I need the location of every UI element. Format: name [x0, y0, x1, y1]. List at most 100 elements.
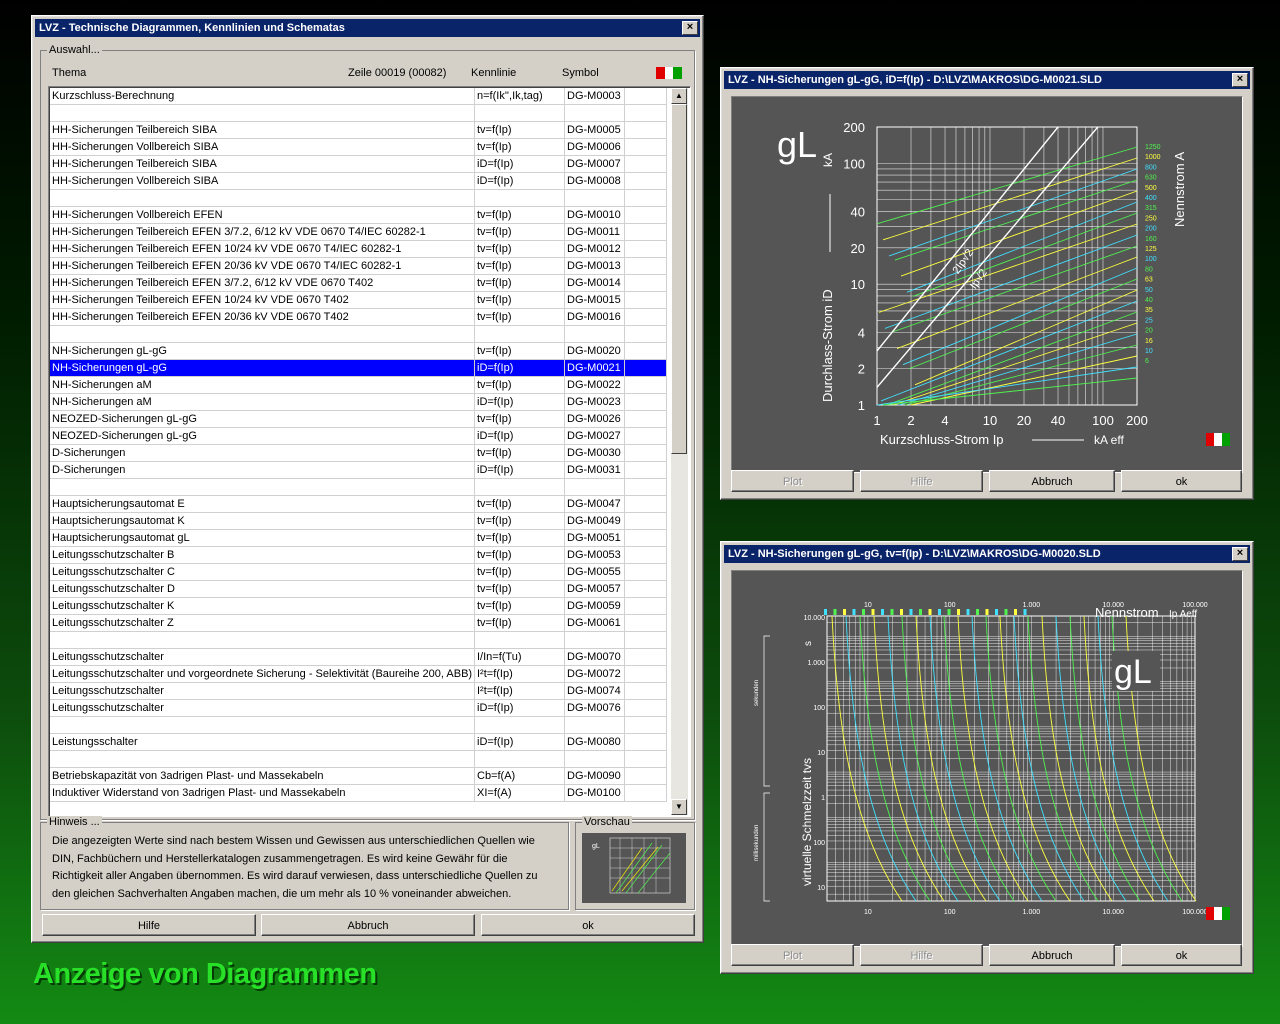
id-plot-button[interactable]: Plot	[731, 470, 854, 492]
row-topic: Kurzschluss-Berechnung	[50, 88, 475, 104]
table-row[interactable]: NEOZED-Sicherungen gL-gG tv=f(Ip) DG-M0026	[50, 411, 667, 428]
table-row[interactable]: Leitungsschutzschalter Ctv=f(Ip) DG-M0055	[50, 564, 667, 581]
row-symbol: DG-M0003	[565, 88, 625, 104]
table-row[interactable]: Leitungsschutzschalter Ztv=f(Ip) DG-M0061	[50, 615, 667, 632]
tv-rating-tick	[976, 609, 979, 615]
scroll-down-icon[interactable]: ▼	[671, 799, 687, 815]
row-spacer	[625, 734, 667, 750]
scroll-up-icon[interactable]: ▲	[671, 88, 687, 104]
table-row[interactable]: HH-Sicherungen Vollbereich SIBA tv=f(Ip) D…	[50, 139, 667, 156]
table-row[interactable]: HH-Sicherungen Teilbereich EFEN 20/36 kV…	[50, 309, 667, 326]
table-row[interactable]: HH-Sicherungen Teilbereich EFEN 10/24 kV…	[50, 292, 667, 309]
main-help-button[interactable]: Hilfe	[42, 914, 256, 936]
table-row[interactable]: HH-Sicherungen Teilbereich EFEN 20/36 kV…	[50, 258, 667, 275]
table-row[interactable]: NH-Sicherungen aM iD=f(Ip) DG-M0023	[50, 394, 667, 411]
id-window-close-icon[interactable]: ×	[1232, 73, 1248, 87]
column-header-symbol[interactable]: Symbol	[562, 67, 599, 79]
id-rating-value: 63	[1145, 277, 1153, 284]
table-row[interactable]: HH-Sicherungen Vollbereich SIBA iD=f(Ip) D…	[50, 173, 667, 190]
tv-window-close-icon[interactable]: ×	[1232, 547, 1248, 561]
list-scrollbar[interactable]: ▲ ▼	[671, 88, 688, 815]
table-row[interactable]: Leitungsschutzschalter I²t=f(Ip) DG-M0074	[50, 683, 667, 700]
tv-rating-tick	[871, 609, 875, 615]
tv-x-tick-label-bottom: 100	[944, 909, 956, 916]
table-row[interactable]	[50, 632, 667, 649]
row-symbol: DG-M0015	[565, 292, 625, 308]
tv-rating-tick	[938, 609, 941, 615]
tv-y-tick-label: 10	[817, 750, 825, 757]
table-row[interactable]: NEOZED-Sicherungen gL-gG iD=f(Ip) DG-M0027	[50, 428, 667, 445]
table-row[interactable]: Leistungsschalter iD=f(Ip) DG-M0080	[50, 734, 667, 751]
table-row[interactable]: HH-Sicherungen Teilbereich EFEN 3/7.2, 6…	[50, 275, 667, 292]
table-row[interactable]	[50, 751, 667, 768]
id-window-titlebar[interactable]: LVZ - NH-Sicherungen gL-gG, iD=f(Ip) - D…	[724, 71, 1250, 89]
tv-rating-symbol: Ip Aeff	[1169, 609, 1197, 620]
table-row[interactable]	[50, 479, 667, 496]
tv-plot-button[interactable]: Plot	[731, 944, 854, 966]
table-row[interactable]: Leitungsschutzschalter Dtv=f(Ip) DG-M0057	[50, 581, 667, 598]
tv-ms-label: millisekunden	[754, 825, 760, 861]
row-curve: tv=f(Ip)	[475, 411, 565, 427]
table-row[interactable]: Hauptsicherungsautomat gL tv=f(Ip) DG-M005…	[50, 530, 667, 547]
id-help-button[interactable]: Hilfe	[860, 470, 983, 492]
tv-window-titlebar[interactable]: LVZ - NH-Sicherungen gL-gG, tv=f(Ip) - D…	[724, 545, 1250, 563]
scroll-thumb[interactable]	[671, 104, 687, 454]
id-y-unit: kA	[821, 153, 835, 167]
row-spacer	[625, 394, 667, 410]
table-row[interactable]: D-Sicherungen iD=f(Ip) DG-M0031	[50, 462, 667, 479]
tv-help-button[interactable]: Hilfe	[860, 944, 983, 966]
table-row[interactable]: NH-Sicherungen gL-gG tv=f(Ip) DG-M0020	[50, 343, 667, 360]
preview-group: Vorschau gL	[575, 816, 695, 910]
row-topic: Leistungsschalter	[50, 734, 475, 750]
table-row[interactable]	[50, 190, 667, 207]
main-window-close-icon[interactable]: ×	[682, 21, 698, 35]
table-row[interactable]: Hauptsicherungsautomat Etv=f(Ip) DG-M0047	[50, 496, 667, 513]
table-row[interactable]: Leitungsschutzschalter iD=f(Ip) DG-M0076	[50, 700, 667, 717]
row-topic: Hauptsicherungsautomat E	[50, 496, 475, 512]
table-row[interactable]: HH-Sicherungen Teilbereich EFEN 3/7.2, 6…	[50, 224, 667, 241]
table-row[interactable]	[50, 105, 667, 122]
table-row[interactable]: Betriebskapazität von 3adrigen Plast- un…	[50, 768, 667, 785]
table-row[interactable]: HH-Sicherungen Teilbereich SIBA iD=f(Ip) D…	[50, 156, 667, 173]
table-row[interactable]: HH-Sicherungen Teilbereich SIBA tv=f(Ip) D…	[50, 122, 667, 139]
topic-list[interactable]: Kurzschluss-Berechnung n=f(Ik'',Ik,tag) DG…	[48, 86, 691, 817]
table-row[interactable]	[50, 326, 667, 343]
tv-cancel-button[interactable]: Abbruch	[989, 944, 1115, 966]
table-row[interactable]: NH-Sicherungen aM tv=f(Ip) DG-M0022	[50, 377, 667, 394]
main-window-titlebar[interactable]: LVZ - Technische Diagrammen, Kennlinien …	[35, 19, 700, 37]
row-symbol	[565, 326, 625, 342]
preview-thumbnail[interactable]: gL	[582, 833, 686, 903]
table-row[interactable]: HH-Sicherungen Vollbereich EFEN tv=f(Ip) D…	[50, 207, 667, 224]
tv-ok-button[interactable]: ok	[1121, 944, 1242, 966]
id-diagram-area: 2Ip√2 Ip√2 200 100 40 20 10 4 2 1 1 2 4 10 20 40 100 200 g…	[731, 96, 1243, 473]
row-topic: Leitungsschutzschalter	[50, 700, 475, 716]
table-row[interactable]: Leitungsschutzschalter Btv=f(Ip) DG-M0053	[50, 547, 667, 564]
row-spacer	[625, 360, 667, 376]
id-ok-button[interactable]: ok	[1121, 470, 1242, 492]
row-symbol: DG-M0047	[565, 496, 625, 512]
column-header-curve[interactable]: Kennlinie	[471, 67, 516, 79]
table-row-selected[interactable]: NH-Sicherungen gL-gG iD=f(Ip) DG-M0021	[50, 360, 667, 377]
main-cancel-button[interactable]: Abbruch	[261, 914, 475, 936]
language-flag-icon[interactable]	[656, 67, 683, 79]
table-row[interactable]: Hauptsicherungsautomat Ktv=f(Ip) DG-M0049	[50, 513, 667, 530]
table-row[interactable]: Induktiver Widerstand von 3adrigen Plast…	[50, 785, 667, 802]
column-header-topic[interactable]: Thema	[52, 67, 86, 79]
id-cancel-button[interactable]: Abbruch	[989, 470, 1115, 492]
row-topic: NEOZED-Sicherungen gL-gG	[50, 428, 475, 444]
row-topic	[50, 632, 475, 648]
row-curve: tv=f(Ip)	[475, 445, 565, 461]
main-ok-button[interactable]: ok	[481, 914, 695, 936]
tv-y-tick-label: 10.000	[804, 615, 826, 622]
row-spacer	[625, 411, 667, 427]
table-row[interactable]	[50, 717, 667, 734]
table-row[interactable]: D-Sicherungen tv=f(Ip) DG-M0030	[50, 445, 667, 462]
row-curve: tv=f(Ip)	[475, 377, 565, 393]
page-caption: Anzeige von Diagrammen	[33, 958, 377, 990]
table-row[interactable]: Leitungsschutzschalter I/In=f(Tu) DG-M0070	[50, 649, 667, 666]
table-row[interactable]: Leitungsschutzschalter Ktv=f(Ip) DG-M0059	[50, 598, 667, 615]
table-row[interactable]: HH-Sicherungen Teilbereich EFEN 10/24 kV…	[50, 241, 667, 258]
table-row[interactable]: Leitungsschutzschalter und vorgeordnete …	[50, 666, 667, 683]
tv-seconds-label: sekunden	[754, 680, 760, 706]
table-row[interactable]: Kurzschluss-Berechnung n=f(Ik'',Ik,tag) DG…	[50, 88, 667, 105]
